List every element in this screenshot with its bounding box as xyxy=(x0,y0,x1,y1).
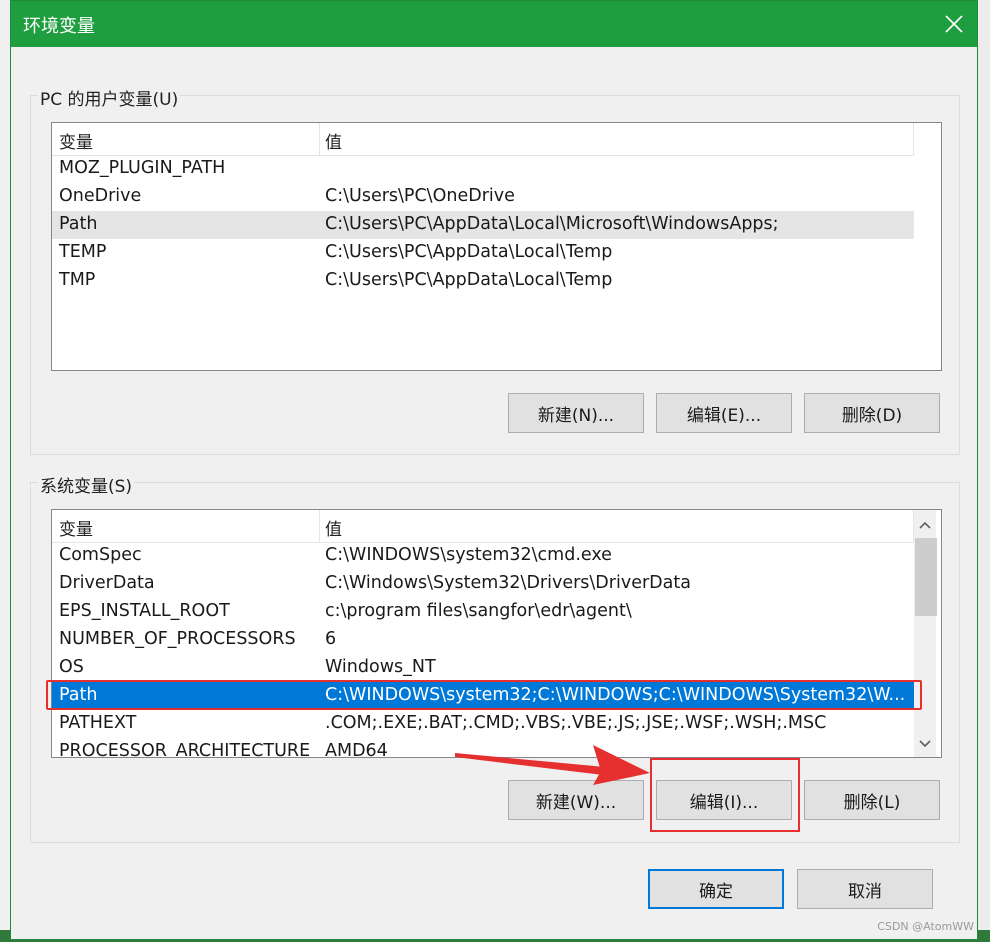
user-variables-label: PC 的用户变量(U) xyxy=(38,85,181,110)
list-item[interactable]: ComSpec C:\WINDOWS\system32\cmd.exe xyxy=(52,542,914,570)
list-header: 变量 值 xyxy=(52,510,914,543)
list-item[interactable]: OS Windows_NT xyxy=(52,654,914,682)
system-edit-button[interactable]: 编辑(I)... xyxy=(656,780,792,820)
variable-name: EPS_INSTALL_ROOT xyxy=(59,601,230,621)
list-item[interactable]: Path C:\Users\PC\AppData\Local\Microsoft… xyxy=(52,211,914,239)
arrow-right-icon xyxy=(455,745,650,785)
close-button[interactable] xyxy=(931,1,977,47)
system-variables-label: 系统变量(S) xyxy=(38,472,135,497)
list-header: 变量 值 xyxy=(52,123,914,156)
list-item[interactable]: TMP C:\Users\PC\AppData\Local\Temp xyxy=(52,267,914,295)
system-delete-button[interactable]: 删除(L) xyxy=(804,780,940,820)
column-header-value[interactable]: 值 xyxy=(325,128,342,153)
column-header-name[interactable]: 变量 xyxy=(59,128,93,153)
system-variables-list[interactable]: 变量 值 ComSpec C:\WINDOWS\system32\cmd.exe… xyxy=(51,509,942,758)
variable-value: C:\Users\PC\AppData\Local\Microsoft\Wind… xyxy=(325,214,779,234)
variable-value: C:\Users\PC\AppData\Local\Temp xyxy=(325,270,613,290)
user-new-button[interactable]: 新建(N)... xyxy=(508,393,644,433)
chevron-down-icon xyxy=(919,740,931,748)
environment-variables-dialog: 环境变量 PC 的用户变量(U) 变量 值 MOZ_PLUGIN_PATH On… xyxy=(10,0,978,940)
scroll-down-button[interactable] xyxy=(914,733,936,755)
variable-name: NUMBER_OF_PROCESSORS xyxy=(59,629,296,649)
scroll-thumb[interactable] xyxy=(915,538,937,616)
background-window-strip xyxy=(978,0,990,942)
dialog-title: 环境变量 xyxy=(23,16,95,37)
vertical-scrollbar[interactable] xyxy=(914,510,937,757)
column-header-name[interactable]: 变量 xyxy=(59,515,93,540)
ok-button[interactable]: 确定 xyxy=(648,869,784,909)
list-item[interactable]: TEMP C:\Users\PC\AppData\Local\Temp xyxy=(52,239,914,267)
variable-name: OS xyxy=(59,657,84,677)
variable-value: C:\Users\PC\OneDrive xyxy=(325,186,515,206)
list-item-selected[interactable]: Path C:\WINDOWS\system32;C:\WINDOWS;C:\W… xyxy=(52,682,914,710)
variable-value: C:\Windows\System32\Drivers\DriverData xyxy=(325,573,691,593)
list-item[interactable]: NUMBER_OF_PROCESSORS 6 xyxy=(52,626,914,654)
cancel-button[interactable]: 取消 xyxy=(797,869,933,909)
variable-name: Path xyxy=(59,685,98,705)
watermark: CSDN @AtomWW xyxy=(877,920,974,933)
list-item[interactable]: EPS_INSTALL_ROOT c:\program files\sangfo… xyxy=(52,598,914,626)
variable-name: Path xyxy=(59,214,98,234)
variable-name: TEMP xyxy=(59,242,107,262)
column-divider[interactable] xyxy=(319,510,320,542)
variable-name: TMP xyxy=(59,270,96,290)
column-header-value[interactable]: 值 xyxy=(325,515,342,540)
user-delete-button[interactable]: 删除(D) xyxy=(804,393,940,433)
variable-value: c:\program files\sangfor\edr\agent\ xyxy=(325,601,632,621)
variable-value: C:\WINDOWS\system32\cmd.exe xyxy=(325,545,612,565)
variable-value: 6 xyxy=(325,629,337,649)
title-bar: 环境变量 xyxy=(11,1,977,47)
variable-name: OneDrive xyxy=(59,186,142,206)
scroll-up-button[interactable] xyxy=(914,514,936,536)
variable-value: C:\Users\PC\AppData\Local\Temp xyxy=(325,242,613,262)
variable-name: ComSpec xyxy=(59,545,142,565)
variable-value: Windows_NT xyxy=(325,657,436,677)
user-edit-button[interactable]: 编辑(E)... xyxy=(656,393,792,433)
variable-value: C:\WINDOWS\system32;C:\WINDOWS;C:\WINDOW… xyxy=(325,685,906,705)
variable-name: MOZ_PLUGIN_PATH xyxy=(59,158,226,178)
list-item[interactable]: MOZ_PLUGIN_PATH xyxy=(52,155,914,183)
close-icon xyxy=(945,15,963,33)
list-item[interactable]: OneDrive C:\Users\PC\OneDrive xyxy=(52,183,914,211)
list-item[interactable]: PATHEXT .COM;.EXE;.BAT;.CMD;.VBS;.VBE;.J… xyxy=(52,710,914,738)
column-divider xyxy=(913,123,914,155)
variable-name: PROCESSOR_ARCHITECTURE xyxy=(59,741,311,758)
list-item[interactable]: DriverData C:\Windows\System32\Drivers\D… xyxy=(52,570,914,598)
column-divider[interactable] xyxy=(319,123,320,155)
variable-name: PATHEXT xyxy=(59,713,137,733)
user-variables-list[interactable]: 变量 值 MOZ_PLUGIN_PATH OneDrive C:\Users\P… xyxy=(51,122,942,371)
variable-value: .COM;.EXE;.BAT;.CMD;.VBS;.VBE;.JS;.JSE;.… xyxy=(325,713,827,733)
chevron-up-icon xyxy=(919,521,931,529)
variable-name: DriverData xyxy=(59,573,155,593)
system-new-button[interactable]: 新建(W)... xyxy=(508,780,644,820)
